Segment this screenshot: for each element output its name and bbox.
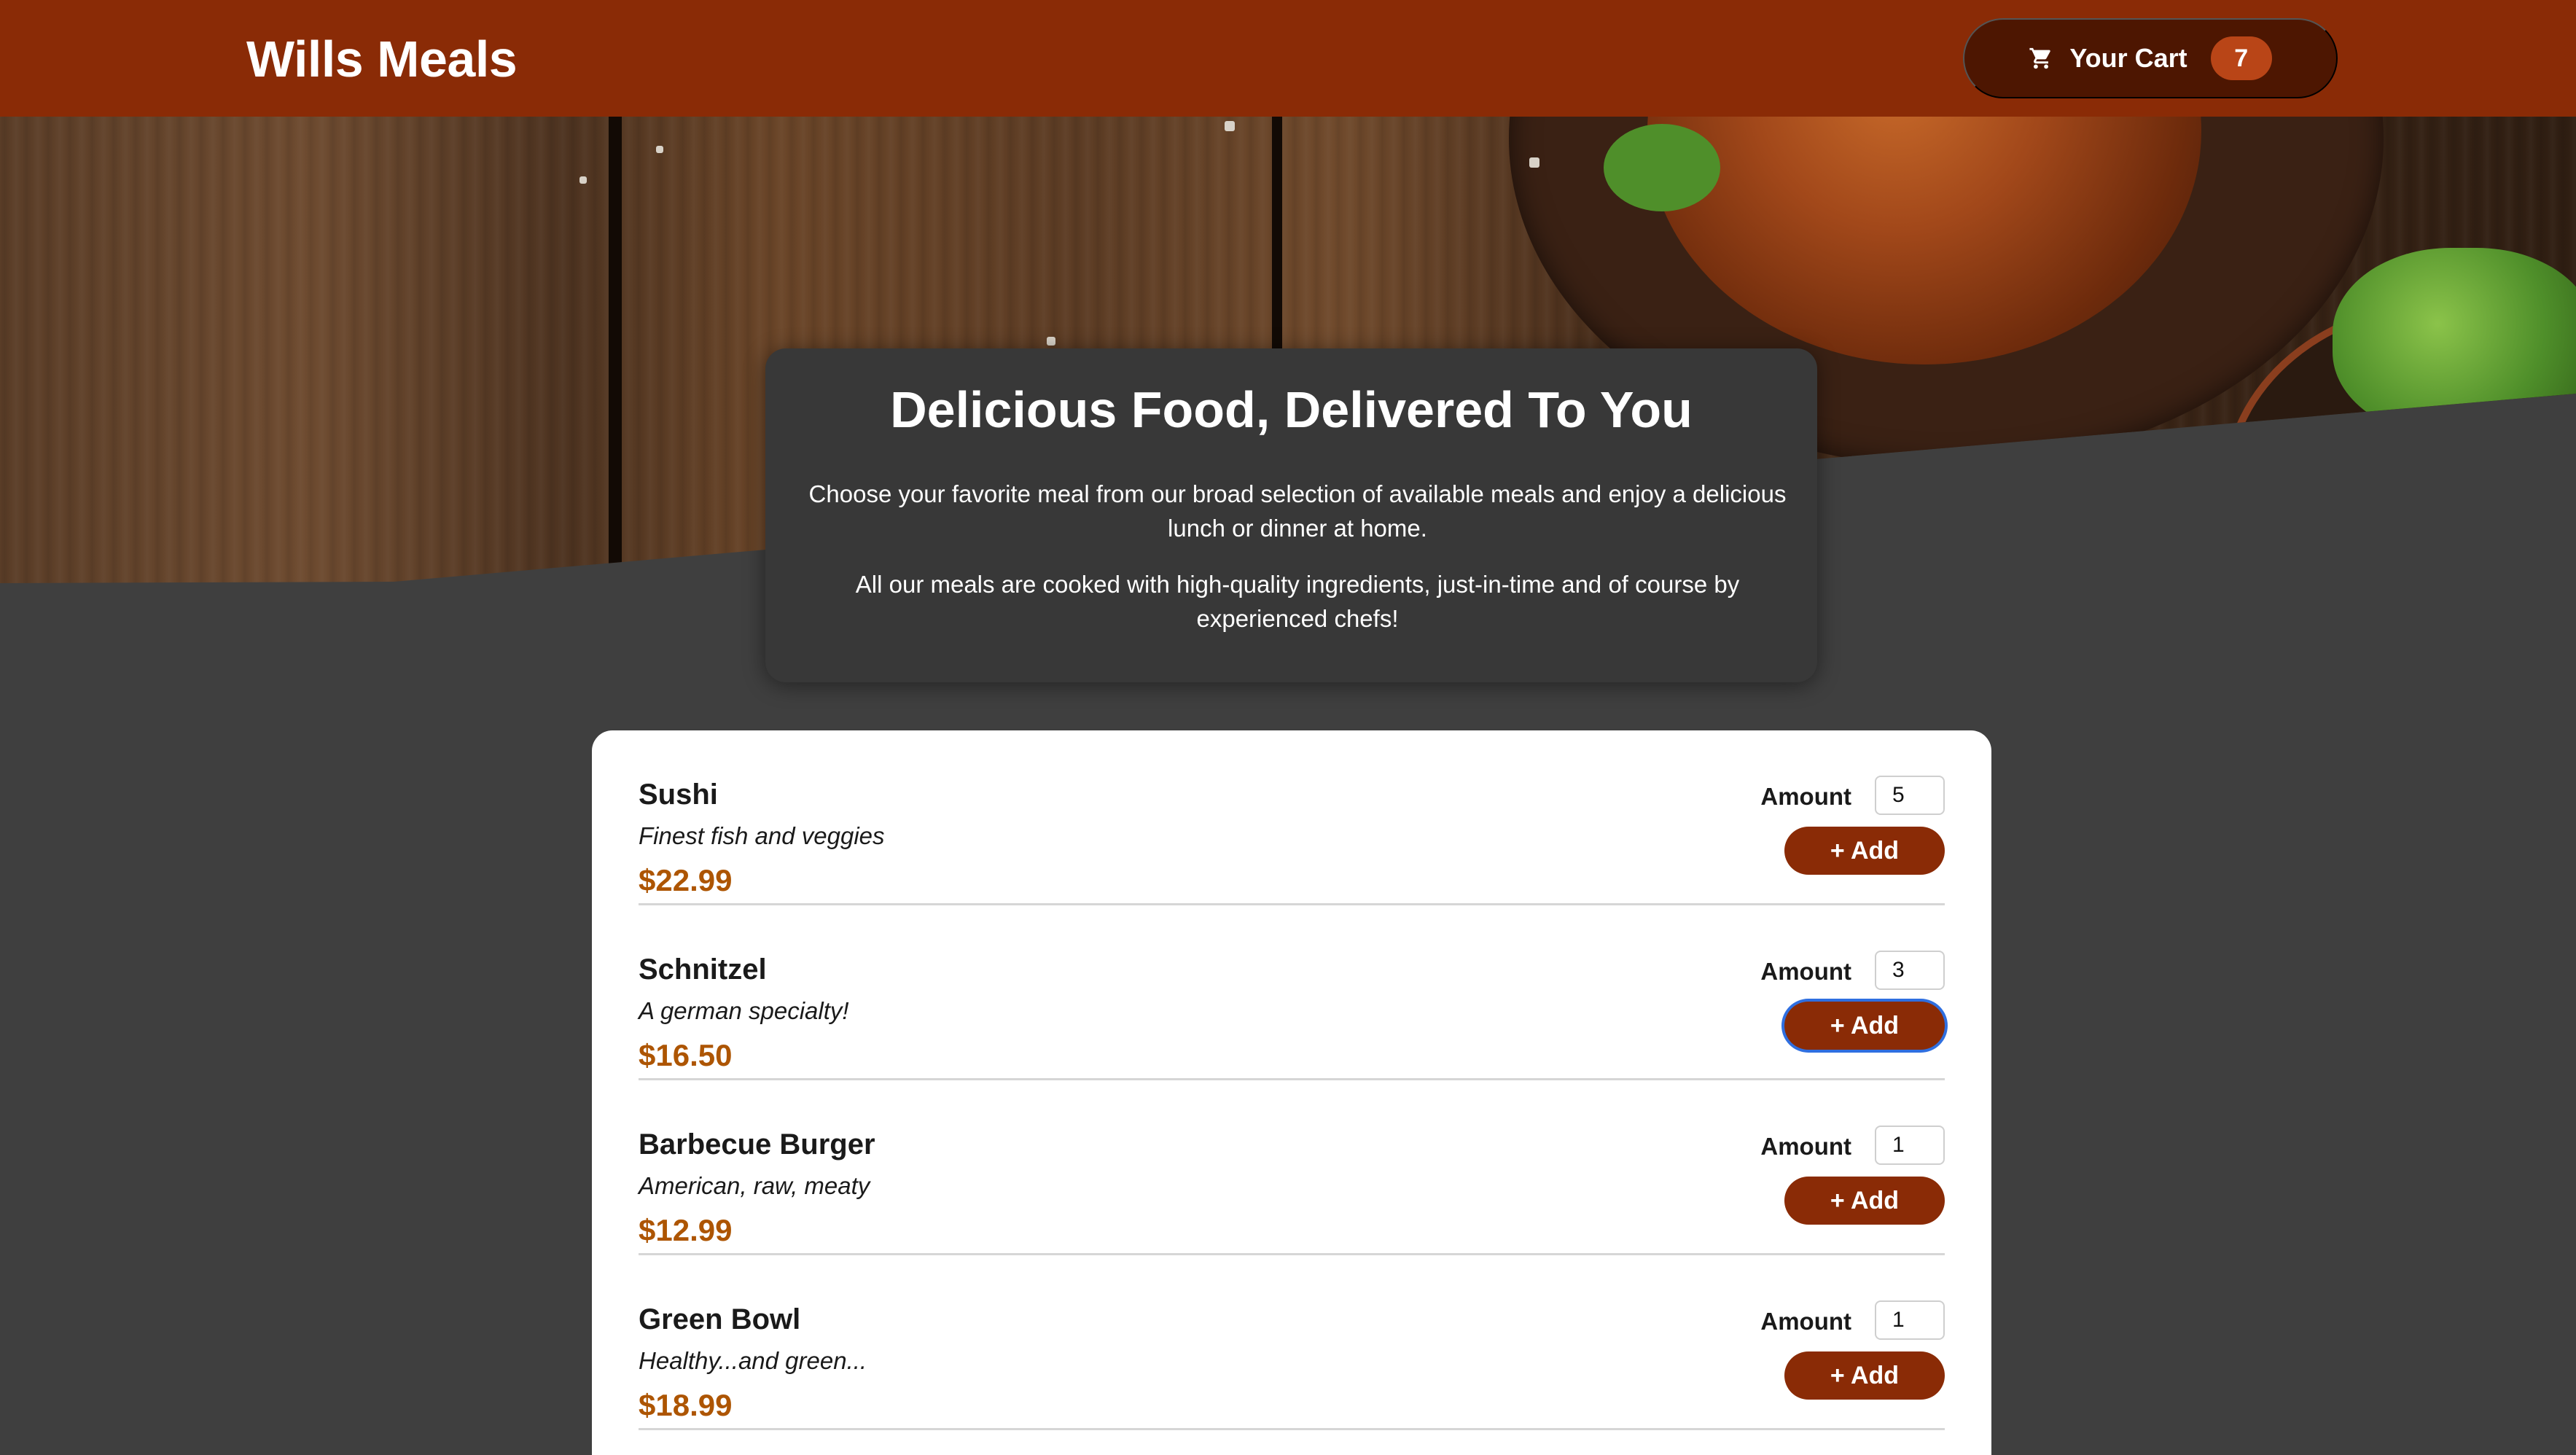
crumb xyxy=(1529,157,1539,168)
meal-name: Sushi xyxy=(639,779,718,811)
summary-card: Delicious Food, Delivered To You Choose … xyxy=(765,348,1817,682)
amount-input[interactable] xyxy=(1875,951,1945,990)
amount-label: Amount xyxy=(1760,958,1851,985)
meal-description: American, raw, meaty xyxy=(639,1172,870,1199)
crumb xyxy=(1047,337,1055,346)
meal-item: Green Bowl Healthy...and green... $18.99… xyxy=(639,1255,1945,1430)
meal-name: Green Bowl xyxy=(639,1303,801,1335)
summary-paragraph-2: All our meals are cooked with high-quali… xyxy=(855,571,1740,632)
page: Wills Meals Your Cart 7 Delicious Food, … xyxy=(0,0,2576,1455)
meal-description: Healthy...and green... xyxy=(639,1347,867,1374)
crumb xyxy=(579,176,587,184)
meal-name: Barbecue Burger xyxy=(639,1128,875,1161)
salad-leaves xyxy=(2333,248,2576,437)
meal-description: A german specialty! xyxy=(639,997,849,1024)
summary-title: Delicious Food, Delivered To You xyxy=(890,381,1693,438)
amount-input[interactable] xyxy=(1875,1300,1945,1340)
lettuce-leaf xyxy=(1604,124,1720,211)
amount-label: Amount xyxy=(1760,1133,1851,1160)
summary-paragraph-1: Choose your favorite meal from our broad… xyxy=(808,480,1787,542)
meals-list: Sushi Finest fish and veggies $22.99 Amo… xyxy=(592,730,1991,1455)
meal-description: Finest fish and veggies xyxy=(639,822,885,849)
add-button[interactable]: + Add xyxy=(1784,1002,1945,1050)
shopping-cart-icon xyxy=(2029,47,2051,69)
brand-title: Wills Meals xyxy=(246,31,518,87)
meal-price: $18.99 xyxy=(639,1388,733,1422)
amount-label: Amount xyxy=(1760,1308,1851,1335)
cart-label: Your Cart xyxy=(2069,43,2187,73)
cart-button[interactable]: Your Cart 7 xyxy=(1963,18,2338,98)
amount-input[interactable] xyxy=(1875,776,1945,815)
crumb xyxy=(656,146,663,153)
meal-item: Barbecue Burger American, raw, meaty $12… xyxy=(639,1080,1945,1255)
meal-item: Schnitzel A german specialty! $16.50 Amo… xyxy=(639,905,1945,1080)
meal-price: $22.99 xyxy=(639,863,733,897)
meal-price: $16.50 xyxy=(639,1038,733,1072)
wood-plank-gap xyxy=(609,117,622,583)
meal-price: $12.99 xyxy=(639,1213,733,1247)
meal-item: Sushi Finest fish and veggies $22.99 Amo… xyxy=(639,730,1945,905)
amount-input[interactable] xyxy=(1875,1126,1945,1165)
crumb xyxy=(1225,121,1235,131)
add-button[interactable]: + Add xyxy=(1784,827,1945,875)
amount-label: Amount xyxy=(1760,783,1851,810)
add-button[interactable]: + Add xyxy=(1784,1177,1945,1225)
cart-count-badge: 7 xyxy=(2210,36,2272,80)
add-button[interactable]: + Add xyxy=(1784,1351,1945,1400)
meal-name: Schnitzel xyxy=(639,953,767,986)
app-header: Wills Meals Your Cart 7 xyxy=(0,0,2576,117)
